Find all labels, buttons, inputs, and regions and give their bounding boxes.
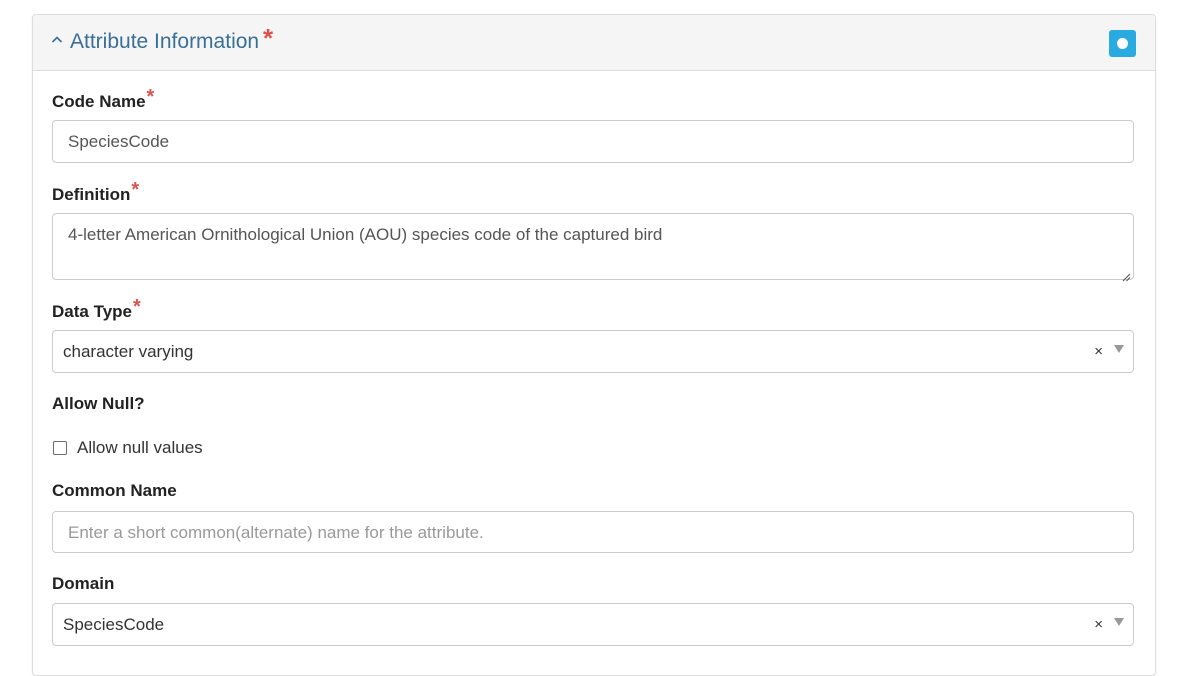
clear-selection-icon[interactable]: × bbox=[1094, 342, 1103, 362]
required-asterisk: * bbox=[146, 86, 155, 108]
allow-null-checkbox-label[interactable]: Allow null values bbox=[77, 438, 203, 458]
required-asterisk: * bbox=[133, 296, 141, 318]
required-asterisk: * bbox=[263, 23, 274, 53]
panel-heading[interactable]: Attribute Information * bbox=[33, 15, 1155, 71]
data-type-label: Data Type* bbox=[52, 297, 141, 322]
required-asterisk: * bbox=[131, 179, 140, 201]
definition-value: 4-letter American Ornithological Union (… bbox=[68, 225, 663, 244]
domain-label: Domain bbox=[52, 574, 115, 593]
code-name-label: Code Name* bbox=[52, 87, 154, 112]
panel-title[interactable]: Attribute Information bbox=[70, 29, 259, 55]
toggle-dot bbox=[1117, 38, 1128, 49]
definition-label-text: Definition bbox=[52, 185, 131, 204]
code-name-input[interactable]: SpeciesCode bbox=[52, 120, 1134, 163]
definition-textarea[interactable]: 4-letter American Ornithological Union (… bbox=[52, 213, 1134, 282]
common-name-label: Common Name bbox=[52, 481, 177, 500]
definition-label: Definition* bbox=[52, 180, 139, 205]
data-type-selected-value: character varying bbox=[63, 342, 194, 361]
allow-null-checkbox[interactable] bbox=[53, 441, 67, 455]
dropdown-arrow-icon[interactable] bbox=[1114, 345, 1124, 353]
chevron-up-icon[interactable] bbox=[51, 32, 63, 52]
domain-select[interactable]: SpeciesCode × bbox=[52, 603, 1134, 646]
dropdown-arrow-icon[interactable] bbox=[1114, 618, 1124, 626]
data-type-label-text: Data Type bbox=[52, 302, 132, 321]
circle-toggle-icon[interactable] bbox=[1109, 30, 1136, 57]
common-name-input[interactable]: Enter a short common(alternate) name for… bbox=[52, 511, 1134, 553]
common-name-placeholder: Enter a short common(alternate) name for… bbox=[68, 523, 484, 542]
data-type-select[interactable]: character varying × bbox=[52, 330, 1134, 373]
code-name-value: SpeciesCode bbox=[68, 132, 170, 151]
resize-grip-icon[interactable] bbox=[1121, 267, 1131, 282]
allow-null-label: Allow Null? bbox=[52, 394, 145, 413]
code-name-label-text: Code Name bbox=[52, 92, 146, 111]
clear-selection-icon[interactable]: × bbox=[1094, 615, 1103, 635]
domain-selected-value: SpeciesCode bbox=[63, 615, 165, 634]
